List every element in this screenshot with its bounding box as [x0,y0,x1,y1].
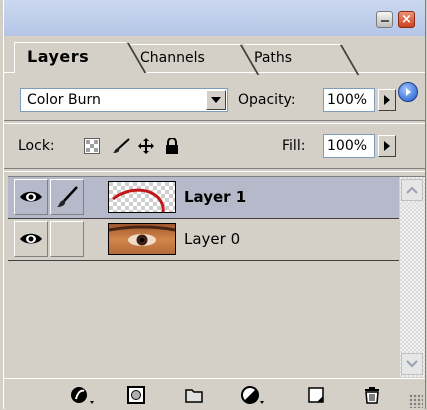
new-group-icon[interactable] [184,385,204,405]
layer-mask-icon[interactable] [126,385,146,405]
tab-channels[interactable]: Channels [130,44,260,75]
minimize-button[interactable] [376,11,393,28]
tab-edge [127,43,147,73]
opacity-value: 100% [327,92,368,108]
trash-icon[interactable] [362,385,382,405]
chevron-down-icon[interactable] [206,90,226,110]
layer-row[interactable]: Layer 0 [8,219,399,261]
layer-0-thumbnail-image [108,224,176,254]
opacity-field[interactable]: 100% [323,88,375,112]
divider [4,120,425,124]
opacity-slider-button[interactable] [378,89,396,111]
layers-scrollbar[interactable] [400,177,425,377]
layer-style-icon[interactable] [70,385,96,405]
resize-grip[interactable] [409,394,423,408]
adjustment-layer-icon[interactable] [240,385,266,405]
tab-label: Layers [27,47,90,66]
fill-field[interactable]: 100% [323,134,375,158]
lock-all-icon[interactable] [164,138,180,154]
lock-position-icon[interactable] [138,138,154,154]
visibility-toggle[interactable] [14,179,48,215]
tab-paths[interactable]: Paths [244,44,360,75]
tab-label: Paths [254,50,293,66]
blend-mode-select[interactable]: Color Burn [20,88,228,112]
layer-name[interactable]: Layer 0 [184,229,240,249]
eye-icon [20,191,42,202]
blend-row: Color Burn Opacity: 100% [4,80,425,120]
chevron-up-icon [406,186,418,194]
blend-mode-value: Color Burn [27,92,101,108]
layer-row[interactable]: Layer 1 [8,177,399,219]
lock-transparency-icon[interactable] [84,138,100,154]
tab-label: Channels [140,50,205,66]
opacity-label: Opacity: [238,92,296,108]
link-toggle[interactable] [50,221,84,257]
layer-1-thumbnail-image [109,182,175,213]
eye-icon [20,233,42,244]
fill-value: 100% [327,138,368,154]
fill-label: Fill: [282,138,306,154]
new-layer-icon[interactable] [306,385,326,405]
link-toggle[interactable] [50,179,84,215]
lock-label: Lock: [18,138,55,154]
chevron-down-icon [406,360,418,368]
bottom-toolbar [4,378,425,410]
visibility-toggle[interactable] [14,221,48,257]
layer-thumbnail[interactable] [108,181,176,213]
tab-edge [340,45,360,75]
lock-paint-icon[interactable] [112,138,130,154]
layer-thumbnail[interactable] [108,223,176,255]
title-bar: × [4,0,425,36]
close-button[interactable]: × [398,11,415,28]
scroll-down-button[interactable] [401,353,423,375]
fill-slider-button[interactable] [378,135,396,157]
scroll-up-button[interactable] [401,179,423,201]
brush-icon [57,186,78,207]
layers-palette: × Paths Channels Layers Color Burn Opaci… [3,0,426,410]
layer-name[interactable]: Layer 1 [184,187,246,207]
tab-strip: Paths Channels Layers [4,36,425,102]
lock-row: Lock: Fill: 100% [4,126,425,166]
tab-layers[interactable]: Layers [14,42,147,73]
divider [4,168,425,172]
layers-list: Layer 1 Layer 0 [8,176,425,377]
